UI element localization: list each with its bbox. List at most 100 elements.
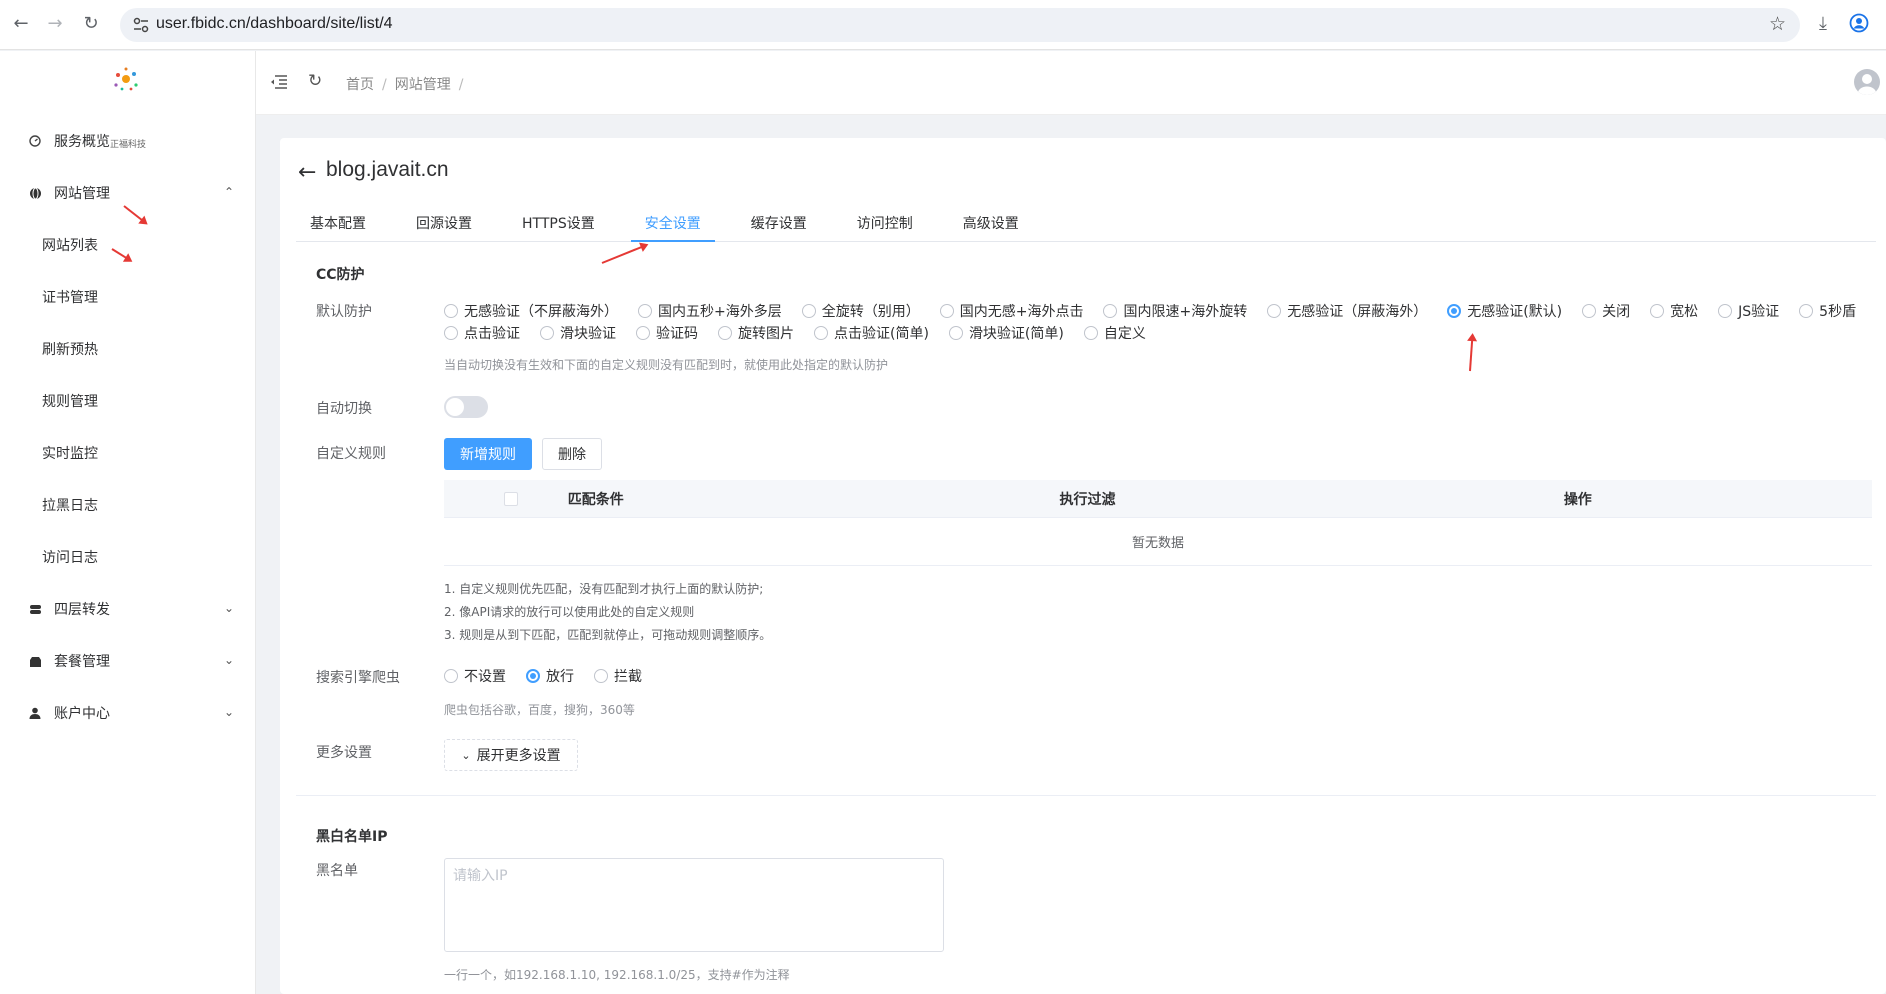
- breadcrumb-home[interactable]: 首页: [346, 77, 374, 93]
- cc-option-radio-10[interactable]: 5秒盾: [1799, 300, 1856, 322]
- bookmark-star-icon[interactable]: ☆: [1769, 13, 1786, 35]
- cc-option-radio-6[interactable]: 无感验证(默认): [1447, 300, 1562, 322]
- tab-https[interactable]: HTTPS设置: [508, 212, 609, 242]
- delete-rule-button[interactable]: 删除: [542, 438, 602, 470]
- refresh-icon[interactable]: ↻: [308, 71, 322, 91]
- sidebar-item-refresh-preheat[interactable]: 刷新预热: [0, 323, 256, 375]
- forward-arrow-icon[interactable]: →: [42, 10, 68, 36]
- cc-option-radio-8[interactable]: 宽松: [1650, 300, 1698, 322]
- radio-label: 滑块验证: [560, 326, 616, 342]
- cc-option-radio-4[interactable]: 国内限速+海外旋转: [1103, 300, 1247, 322]
- avatar[interactable]: [1854, 69, 1880, 95]
- sidebar-item-access-log[interactable]: 访问日志: [0, 531, 256, 583]
- cc-option-radio-2[interactable]: 全旋转（别用）: [801, 300, 920, 322]
- radio-circle[interactable]: [1103, 304, 1118, 318]
- radio-circle[interactable]: [540, 326, 554, 340]
- radio-circle[interactable]: [1718, 304, 1733, 318]
- note-item: 2. 像API请求的放行可以使用此处的自定义规则: [444, 605, 695, 619]
- reload-icon[interactable]: ↻: [78, 10, 104, 36]
- chevron-down-icon: ⌄: [461, 748, 471, 762]
- sidebar-item-block-log[interactable]: 拉黑日志: [0, 479, 256, 531]
- radio-circle[interactable]: [1083, 326, 1098, 340]
- radio-circle[interactable]: [801, 304, 816, 318]
- auto-switch-toggle[interactable]: [444, 396, 488, 418]
- tab-basic[interactable]: 基本配置: [296, 212, 380, 242]
- radio-circle[interactable]: [636, 326, 650, 340]
- sidebar-item-overview[interactable]: 服务概览: [0, 115, 256, 167]
- auto-switch-label: 自动切换: [316, 401, 372, 417]
- radio-circle[interactable]: [1650, 304, 1665, 318]
- radio-circle[interactable]: [526, 669, 540, 683]
- radio-circle[interactable]: [1799, 304, 1814, 318]
- chevron-down-icon: ⌄: [223, 601, 234, 615]
- cc-option-radio-17[interactable]: 自定义: [1083, 322, 1146, 344]
- cc-option-radio-14[interactable]: 旋转图片: [718, 322, 794, 344]
- package-icon: [28, 654, 42, 668]
- radio-circle[interactable]: [594, 669, 608, 683]
- radio-label: 滑块验证(简单): [968, 326, 1064, 342]
- cc-option-radio-5[interactable]: 无感验证（屏蔽海外）: [1267, 300, 1427, 322]
- cc-option-radio-9[interactable]: JS验证: [1718, 300, 1779, 322]
- radio-circle[interactable]: [638, 304, 652, 318]
- breadcrumb-section[interactable]: 网站管理: [395, 77, 451, 93]
- tab-access-control[interactable]: 访问控制: [843, 212, 927, 242]
- radio-circle[interactable]: [444, 304, 458, 318]
- sidebar-item-site-management[interactable]: 网站管理 ⌃: [0, 167, 256, 219]
- address-bar[interactable]: user.fbidc.cn/dashboard/site/list/4 ☆: [120, 8, 1800, 42]
- radio-circle[interactable]: [814, 326, 828, 340]
- radio-circle[interactable]: [444, 669, 458, 683]
- radio-label: 全旋转（别用）: [821, 304, 920, 320]
- cc-option-radio-13[interactable]: 验证码: [636, 322, 698, 344]
- sidebar-item-account[interactable]: 账户中心 ⌄: [0, 687, 256, 739]
- select-all-checkbox[interactable]: [504, 491, 518, 506]
- radio-label: 拦截: [614, 669, 642, 685]
- section-divider: [296, 795, 1876, 796]
- cc-option-radio-1[interactable]: 国内五秒+海外多层: [638, 300, 782, 322]
- sidebar-item-rules[interactable]: 规则管理: [0, 375, 256, 427]
- crawler-option-radio-0[interactable]: 不设置: [444, 665, 506, 687]
- add-rule-button[interactable]: 新增规则: [444, 438, 532, 470]
- cc-option-radio-7[interactable]: 关闭: [1582, 300, 1630, 322]
- sidebar-item-packages[interactable]: 套餐管理 ⌄: [0, 635, 256, 687]
- sidebar-item-label: 账户中心: [54, 706, 110, 722]
- breadcrumb: 首页 / 网站管理 /: [346, 77, 464, 93]
- radio-circle[interactable]: [1582, 304, 1597, 318]
- radio-circle[interactable]: [444, 326, 458, 340]
- radio-circle[interactable]: [718, 326, 732, 340]
- blacklist-input[interactable]: 请输入IP: [444, 858, 944, 952]
- collapse-menu-icon[interactable]: [270, 73, 288, 91]
- custom-rules-label: 自定义规则: [316, 446, 386, 462]
- custom-rules-table: 匹配条件 执行过滤 操作 暂无数据: [444, 480, 1872, 566]
- sidebar-item-monitoring[interactable]: 实时监控: [0, 427, 256, 479]
- tab-cache[interactable]: 缓存设置: [737, 212, 821, 242]
- expand-more-button[interactable]: ⌄ 展开更多设置: [444, 739, 578, 771]
- profile-icon[interactable]: [1846, 10, 1872, 36]
- sidebar-item-l4-forward[interactable]: 四层转发 ⌄: [0, 583, 256, 635]
- cc-option-radio-0[interactable]: 无感验证（不屏蔽海外）: [444, 300, 618, 322]
- forward-icon: [28, 602, 42, 616]
- radio-label: 点击验证: [464, 326, 520, 342]
- cc-option-radio-16[interactable]: 滑块验证(简单): [948, 322, 1064, 344]
- browser-toolbar: ← → ↻ user.fbidc.cn/dashboard/site/list/…: [0, 0, 1886, 50]
- radio-circle[interactable]: [939, 304, 954, 318]
- tab-security[interactable]: 安全设置: [630, 212, 715, 242]
- radio-circle[interactable]: [1447, 304, 1462, 318]
- cc-option-radio-12[interactable]: 滑块验证: [540, 322, 616, 344]
- crawler-option-radio-2[interactable]: 拦截: [594, 665, 642, 687]
- tab-origin[interactable]: 回源设置: [402, 212, 486, 242]
- tab-advanced[interactable]: 高级设置: [949, 212, 1033, 242]
- radio-circle[interactable]: [948, 326, 963, 340]
- crawler-option-radio-1[interactable]: 放行: [526, 665, 574, 687]
- cc-option-radio-3[interactable]: 国内无感+海外点击: [939, 300, 1083, 322]
- download-icon[interactable]: ⤓: [1810, 10, 1836, 36]
- radio-label: 国内限速+海外旋转: [1123, 304, 1248, 320]
- cc-option-radio-11[interactable]: 点击验证: [444, 322, 520, 344]
- url-text: user.fbidc.cn/dashboard/site/list/4: [156, 15, 393, 32]
- sidebar-item-certificates[interactable]: 证书管理: [0, 271, 256, 323]
- site-info-icon[interactable]: [132, 16, 150, 34]
- cc-option-radio-15[interactable]: 点击验证(简单): [814, 322, 929, 344]
- back-arrow-icon[interactable]: ←: [298, 160, 316, 185]
- radio-circle[interactable]: [1267, 304, 1282, 318]
- sidebar: 正福科技 服务概览 网站管理 ⌃ 网站列表 证书管理 刷新预热 规则管理 实时监…: [0, 51, 256, 994]
- back-arrow-icon[interactable]: ←: [8, 10, 34, 36]
